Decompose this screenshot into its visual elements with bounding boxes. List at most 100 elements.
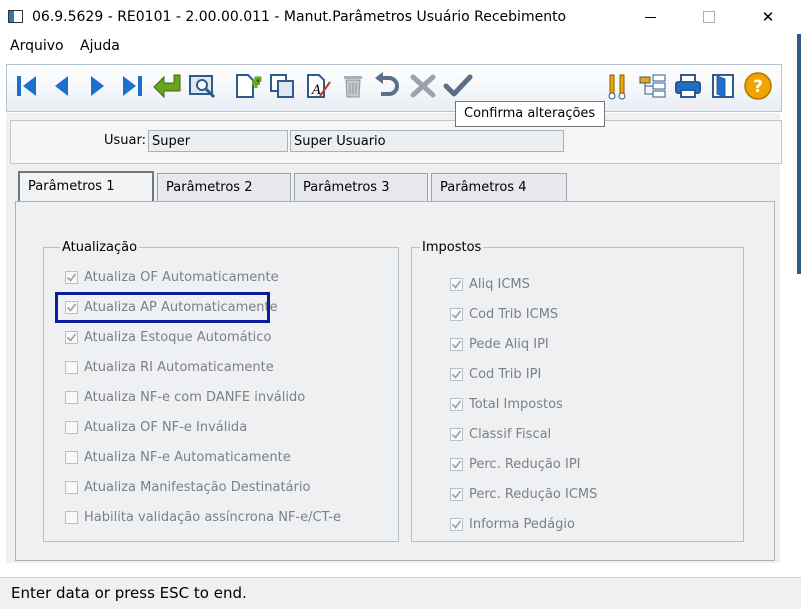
- tooltip: Confirma alterações: [455, 101, 605, 127]
- impostos-title: Impostos: [420, 240, 484, 255]
- checkbox[interactable]: [65, 271, 78, 284]
- check-icon: [451, 520, 462, 529]
- next-record-button[interactable]: [82, 70, 112, 102]
- checkbox-label: Atualiza Manifestação Destinatário: [84, 480, 311, 495]
- checkbox[interactable]: [65, 361, 78, 374]
- checkbox[interactable]: [450, 308, 463, 321]
- checkbox-row[interactable]: Informa Pedágio: [450, 517, 575, 532]
- checkbox-row[interactable]: Aliq ICMS: [450, 277, 530, 292]
- checkbox[interactable]: [65, 391, 78, 404]
- tab-parametros-1[interactable]: Parâmetros 1: [18, 171, 154, 203]
- tools-button[interactable]: [603, 70, 633, 102]
- tab-parametros-4[interactable]: Parâmetros 4: [431, 173, 567, 201]
- copy-record-icon: [270, 74, 294, 98]
- checkbox[interactable]: [450, 398, 463, 411]
- tree-button[interactable]: [638, 70, 668, 102]
- checkbox-row[interactable]: Perc. Redução IPI: [450, 457, 581, 472]
- window-title: 06.9.5629 - RE0101 - 2.00.00.011 - Manut…: [32, 9, 567, 25]
- checkbox-row[interactable]: Total Impostos: [450, 397, 563, 412]
- maximize-button[interactable]: [686, 0, 732, 34]
- checkbox-row[interactable]: Classif Fiscal: [450, 427, 551, 442]
- check-icon: [451, 370, 462, 379]
- checkbox-label: Classif Fiscal: [469, 427, 552, 442]
- checkbox-label: Habilita validação assíncrona NF-e/CT-e: [84, 510, 341, 525]
- delete-record-button[interactable]: [338, 70, 368, 102]
- checkbox[interactable]: [65, 451, 78, 464]
- checkbox-row[interactable]: Pede Aliq IPI: [450, 337, 549, 352]
- checkbox-label: Atualiza OF Automaticamente: [84, 270, 279, 285]
- checkbox-label: Pede Aliq IPI: [469, 337, 549, 352]
- next-record-icon: [91, 76, 104, 96]
- menu-ajuda[interactable]: Ajuda: [80, 38, 120, 54]
- tab-parametros-3[interactable]: Parâmetros 3: [294, 173, 428, 201]
- checkbox[interactable]: [450, 458, 463, 471]
- checkbox-row[interactable]: Habilita validação assíncrona NF-e/CT-e: [65, 510, 341, 525]
- checkbox-row[interactable]: Atualiza Estoque Automático: [65, 330, 271, 345]
- new-record-button[interactable]: [232, 70, 262, 102]
- check-icon: [451, 310, 462, 319]
- undo-button[interactable]: [373, 70, 403, 102]
- check-icon: [451, 280, 462, 289]
- search-icon: [189, 75, 216, 99]
- checkbox-label: Atualiza NF-e com DANFE inválido: [84, 390, 306, 405]
- copy-record-button[interactable]: [268, 70, 298, 102]
- exit-button[interactable]: [708, 70, 738, 102]
- minimize-button[interactable]: [627, 0, 673, 34]
- user-code-field[interactable]: Super: [148, 130, 288, 152]
- checkbox[interactable]: [450, 368, 463, 381]
- checkbox-row[interactable]: Atualiza OF NF-e Inválida: [65, 420, 247, 435]
- print-button[interactable]: [673, 70, 703, 102]
- cancel-button[interactable]: [408, 70, 438, 102]
- menu-arquivo[interactable]: Arquivo: [10, 38, 64, 54]
- checkbox[interactable]: [65, 511, 78, 524]
- checkbox-row[interactable]: Atualiza RI Automaticamente: [65, 360, 274, 375]
- checkbox-row[interactable]: Cod Trib ICMS: [450, 307, 558, 322]
- checkbox-label: Perc. Redução IPI: [469, 457, 581, 472]
- checkbox[interactable]: [65, 421, 78, 434]
- edit-record-button[interactable]: A: [303, 70, 333, 102]
- help-button[interactable]: ?: [743, 70, 773, 102]
- close-button[interactable]: ✕: [745, 0, 791, 34]
- confirm-icon: [443, 74, 473, 97]
- checkbox-label: Atualiza RI Automaticamente: [84, 360, 274, 375]
- previous-record-icon: [55, 76, 68, 96]
- cancel-icon: [410, 74, 436, 98]
- checkbox-label: Aliq ICMS: [469, 277, 530, 292]
- first-record-button[interactable]: [12, 70, 42, 102]
- tree-icon: [639, 74, 666, 98]
- checkbox[interactable]: [450, 488, 463, 501]
- menu-bar: [0, 34, 801, 60]
- checkbox-row[interactable]: Atualiza Manifestação Destinatário: [65, 480, 310, 495]
- last-record-button[interactable]: [117, 70, 147, 102]
- new-record-icon: [236, 74, 262, 98]
- checkbox-row[interactable]: Perc. Redução ICMS: [450, 487, 597, 502]
- search-button[interactable]: [188, 70, 218, 102]
- user-name-field[interactable]: Super Usuario: [290, 130, 564, 152]
- checkbox-label: Cod Trib ICMS: [469, 307, 559, 322]
- previous-record-button[interactable]: [47, 70, 77, 102]
- checkbox-row[interactable]: Cod Trib IPI: [450, 367, 541, 382]
- tools-icon: [608, 74, 626, 100]
- confirm-button[interactable]: [443, 70, 473, 102]
- first-record-icon: [17, 76, 36, 96]
- checkbox[interactable]: [65, 331, 78, 344]
- user-label: Usuar:: [104, 133, 146, 148]
- goto-button[interactable]: [152, 70, 182, 102]
- checkbox[interactable]: [450, 518, 463, 531]
- checkbox[interactable]: [450, 338, 463, 351]
- check-icon: [451, 340, 462, 349]
- check-icon: [451, 400, 462, 409]
- tab-parametros-2[interactable]: Parâmetros 2: [157, 173, 291, 201]
- checkbox[interactable]: [450, 278, 463, 291]
- check-icon: [66, 273, 77, 282]
- check-icon: [451, 460, 462, 469]
- status-text: Enter data or press ESC to end.: [11, 584, 247, 602]
- checkbox-row[interactable]: Atualiza NF-e Automaticamente: [65, 450, 291, 465]
- checkbox[interactable]: [65, 481, 78, 494]
- checkbox[interactable]: [450, 428, 463, 441]
- check-icon: [451, 430, 462, 439]
- checkbox-label: Atualiza Estoque Automático: [84, 330, 272, 345]
- checkbox-row[interactable]: Atualiza NF-e com DANFE inválido: [65, 390, 305, 405]
- checkbox-row[interactable]: Atualiza OF Automaticamente: [65, 270, 279, 285]
- goto-icon: [153, 74, 181, 99]
